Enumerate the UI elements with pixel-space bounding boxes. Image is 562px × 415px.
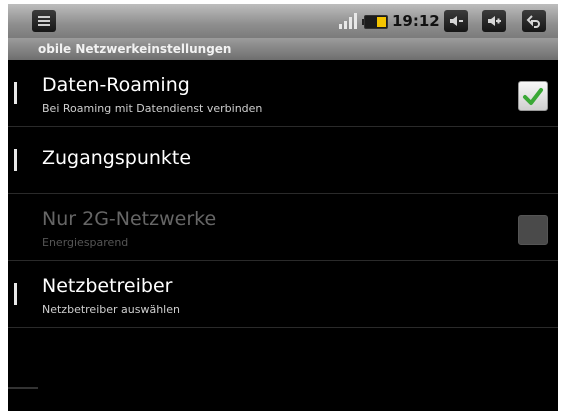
setting-title: Zugangspunkte [42,147,192,169]
volume-down-icon[interactable] [444,10,468,32]
phone-screen: 19:12 obile Netzwerkeinstellungen Daten-… [8,4,558,411]
setting-data-roaming[interactable]: Daten-Roaming Bei Roaming mit Datendiens… [8,60,558,127]
status-time: 19:12 [392,12,440,30]
setting-title: Nur 2G-Netzwerke [42,208,217,230]
notification-list-icon[interactable] [32,10,56,32]
battery-fill [377,17,386,27]
volume-up-icon[interactable] [482,10,506,32]
data-roaming-checkbox[interactable] [518,81,548,111]
setting-access-points[interactable]: Zugangspunkte [8,127,558,194]
back-icon[interactable] [522,10,546,32]
setting-network-operator[interactable]: Netzbetreiber Netzbetreiber auswählen [8,261,558,328]
settings-list: Daten-Roaming Bei Roaming mit Datendiens… [8,60,558,328]
setting-title: Daten-Roaming [42,74,190,96]
checkmark-icon [523,88,543,105]
setting-summary: Energiesparend [42,236,129,249]
2g-only-checkbox [518,215,548,245]
page-title: obile Netzwerkeinstellungen [8,38,558,60]
row-marker [14,82,17,104]
edge-divider [8,387,38,389]
battery-icon [362,15,388,29]
signal-strength-icon [339,13,357,29]
setting-2g-only: Nur 2G-Netzwerke Energiesparend [8,194,558,261]
status-bar: 19:12 [8,4,558,38]
setting-summary: Netzbetreiber auswählen [42,303,180,316]
row-marker [14,283,17,305]
setting-title: Netzbetreiber [42,275,173,297]
setting-summary: Bei Roaming mit Datendienst verbinden [42,102,263,115]
row-marker [14,149,17,171]
